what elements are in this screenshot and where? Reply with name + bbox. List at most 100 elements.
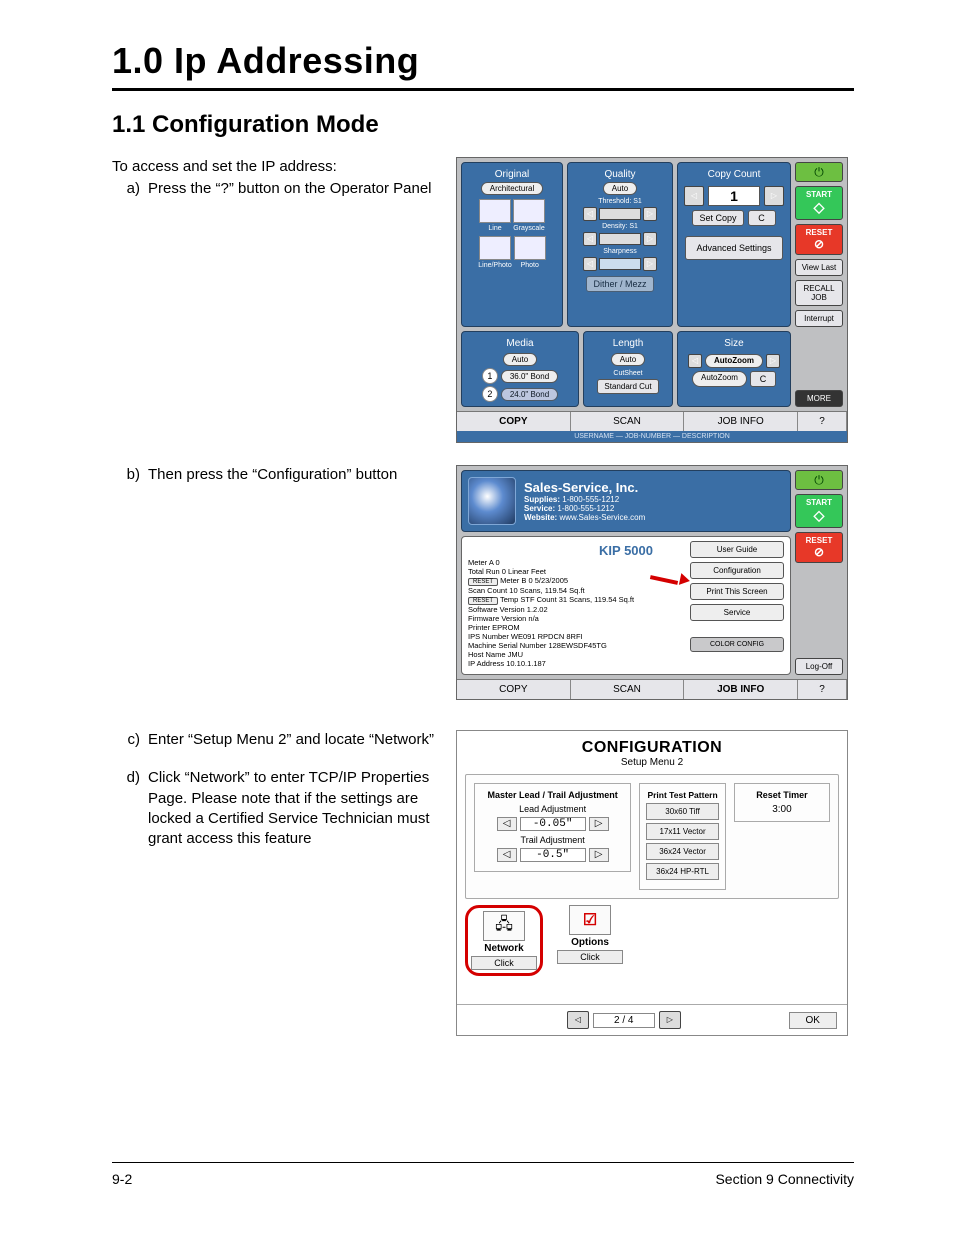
reset-pill-2[interactable]: RESET <box>468 597 498 605</box>
config-title: CONFIGURATION <box>457 739 847 757</box>
start-button[interactable]: START◇ <box>795 186 843 220</box>
thumb-linephoto[interactable] <box>479 236 511 260</box>
network-button[interactable]: 🖧 Network Click <box>471 911 537 970</box>
left-arrow-icon[interactable]: ◁ <box>497 817 517 831</box>
help-button[interactable]: ? <box>798 680 847 699</box>
length-auto[interactable]: Auto <box>611 353 645 366</box>
left-arrow-icon[interactable]: ◁ <box>583 257 597 271</box>
interrupt-button[interactable]: Interrupt <box>795 310 843 327</box>
thumb-photo[interactable] <box>514 236 546 260</box>
temp-stf: Temp STF Count 31 Scans, 119.54 Sq.ft <box>500 595 634 604</box>
test-btn-2[interactable]: 17x11 Vector <box>646 823 719 840</box>
page-prev[interactable]: ◁ <box>567 1011 589 1029</box>
lead-stepper[interactable]: ◁ -0.05" ▷ <box>481 817 624 831</box>
left-arrow-icon[interactable]: ◁ <box>497 848 517 862</box>
options-click[interactable]: Click <box>557 950 623 964</box>
size-value-2[interactable]: AutoZoom <box>692 371 747 387</box>
right-arrow-icon[interactable]: ▷ <box>589 817 609 831</box>
view-last-button[interactable]: View Last <box>795 259 843 276</box>
clear-button[interactable]: C <box>748 210 776 226</box>
test-btn-1[interactable]: 30x60 Tiff <box>646 803 719 820</box>
step-d-body: Click “Network” to enter TCP/IP Properti… <box>148 768 442 849</box>
media-auto[interactable]: Auto <box>503 353 537 366</box>
footer-tabs: COPY SCAN JOB INFO ? <box>457 411 847 431</box>
company-banner: Sales-Service, Inc. Supplies: 1-800-555-… <box>461 470 791 532</box>
size-right-arrow[interactable]: ▷ <box>766 354 780 368</box>
reset-pill-1[interactable]: RESET <box>468 578 498 586</box>
tab-job-info[interactable]: JOB INFO <box>684 412 798 431</box>
power-icon[interactable]: ⏻ <box>795 162 843 182</box>
trail-stepper[interactable]: ◁ -0.5" ▷ <box>481 848 624 862</box>
left-arrow-icon[interactable]: ◁ <box>583 232 597 246</box>
ip-address: IP Address 10.10.1.187 <box>468 659 784 668</box>
steps-cd-text: c) Enter “Setup Menu 2” and locate “Netw… <box>112 730 442 849</box>
user-guide-button[interactable]: User Guide <box>690 541 784 558</box>
tab-scan[interactable]: SCAN <box>571 412 685 431</box>
thumb-line[interactable] <box>479 199 511 223</box>
size-value[interactable]: AutoZoom <box>705 354 763 368</box>
right-arrow-icon[interactable]: ▷ <box>589 848 609 862</box>
quality-threshold-slider[interactable]: ◁ ▷ <box>572 207 668 221</box>
ok-button[interactable]: OK <box>789 1012 837 1029</box>
test-btn-4[interactable]: 36x24 HP-RTL <box>646 863 719 880</box>
panel-copy-count-title: Copy Count <box>682 167 786 182</box>
left-arrow-icon[interactable]: ◁ <box>583 207 597 221</box>
original-mode[interactable]: Architectural <box>481 182 543 195</box>
set-copy-button[interactable]: Set Copy <box>692 210 743 226</box>
media-row-2[interactable]: 24.0" Bond <box>501 388 558 401</box>
reset-button[interactable]: RESET⊘ <box>795 532 843 563</box>
step-a-text: To access and set the IP address: a) Pre… <box>112 157 442 200</box>
quality-sharpness-slider[interactable]: ◁ ▷ <box>572 257 668 271</box>
step-d-letter: d) <box>112 768 148 849</box>
meter-b: Meter B 0 5/23/2005 <box>500 576 568 585</box>
screenshot-copy-panel: Original Architectural Line Grayscale <box>456 157 848 443</box>
right-arrow-icon[interactable]: ▷ <box>643 232 657 246</box>
trail-label: Trail Adjustment <box>481 835 624 845</box>
right-arrow-icon[interactable]: ▷ <box>643 257 657 271</box>
recall-job-button[interactable]: RECALL JOB <box>795 280 843 306</box>
more-button[interactable]: MORE <box>795 390 843 407</box>
copy-count-value: 1 <box>708 186 760 206</box>
power-icon[interactable]: ⏻ <box>795 470 843 490</box>
tab-scan[interactable]: SCAN <box>571 680 685 699</box>
reset-timer-card: Reset Timer 3:00 <box>734 783 830 822</box>
help-button[interactable]: ? <box>798 412 847 431</box>
start-button[interactable]: START◇ <box>795 494 843 528</box>
panel-copy-count: Copy Count ◁ 1 ▷ Set Copy C Advanced Set… <box>677 162 791 327</box>
chapter-heading: 1.0 Ip Addressing <box>112 40 854 82</box>
chapter-rule <box>112 88 854 91</box>
count-left-arrow[interactable]: ◁ <box>684 186 704 206</box>
panel-length-title: Length <box>588 336 668 351</box>
panel-original-title: Original <box>466 167 558 182</box>
count-right-arrow[interactable]: ▷ <box>764 186 784 206</box>
page-next[interactable]: ▷ <box>659 1011 681 1029</box>
media-row-1[interactable]: 36.0" Bond <box>501 370 558 383</box>
right-arrow-icon[interactable]: ▷ <box>643 207 657 221</box>
info-buttons: User Guide Configuration Print This Scre… <box>690 541 784 652</box>
tab-copy[interactable]: COPY <box>457 680 571 699</box>
options-button[interactable]: ☑ Options Click <box>557 905 623 976</box>
size-clear-button[interactable]: C <box>750 371 776 387</box>
thumb-grayscale[interactable] <box>513 199 545 223</box>
color-config-button[interactable]: COLOR CONFIG <box>690 637 784 652</box>
tab-job-info[interactable]: JOB INFO <box>684 680 798 699</box>
service-button[interactable]: Service <box>690 604 784 621</box>
row-a: To access and set the IP address: a) Pre… <box>112 157 854 443</box>
reset-timer-heading: Reset Timer <box>741 790 823 800</box>
quality-mode[interactable]: Auto <box>603 182 637 195</box>
test-btn-3[interactable]: 36x24 Vector <box>646 843 719 860</box>
reset-button[interactable]: RESET⊘ <box>795 224 843 255</box>
network-click[interactable]: Click <box>471 956 537 970</box>
quality-density-slider[interactable]: ◁ ▷ <box>572 232 668 246</box>
print-screen-button[interactable]: Print This Screen <box>690 583 784 600</box>
logoff-button[interactable]: Log-Off <box>795 658 843 675</box>
intro-text: To access and set the IP address: <box>112 157 442 177</box>
company-name: Sales-Service, Inc. <box>524 480 645 495</box>
dither-button[interactable]: Dither / Mezz <box>586 276 653 292</box>
section-label: Section 9 Connectivity <box>715 1171 854 1187</box>
configuration-button[interactable]: Configuration <box>690 562 784 579</box>
size-left-arrow[interactable]: ◁ <box>688 354 702 368</box>
tab-copy[interactable]: COPY <box>457 412 571 431</box>
standard-cut-button[interactable]: Standard Cut <box>597 379 658 394</box>
advanced-settings-button[interactable]: Advanced Settings <box>685 236 782 260</box>
